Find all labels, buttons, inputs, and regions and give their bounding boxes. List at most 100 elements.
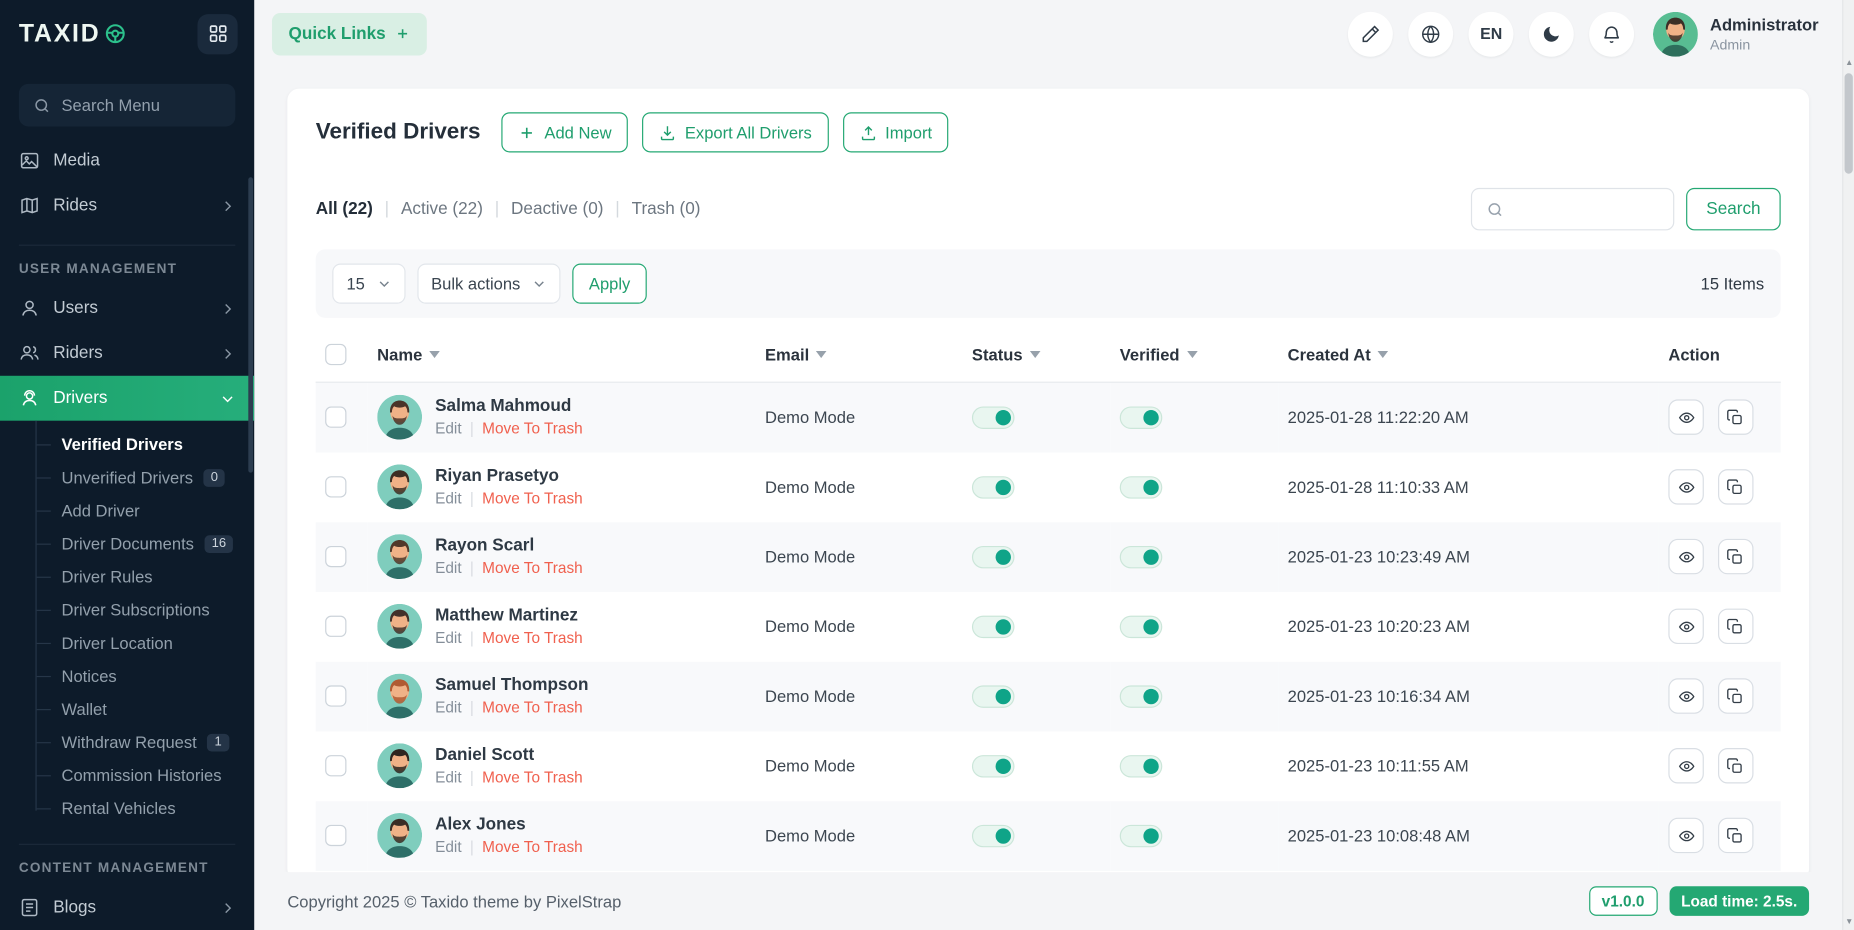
import-button[interactable]: Import [843, 112, 949, 152]
sidebar-item-riders[interactable]: Riders [0, 331, 254, 376]
driver-submenu-item[interactable]: Unverified Drivers 0 [0, 461, 254, 494]
duplicate-button[interactable] [1718, 469, 1753, 504]
sidebar-item-drivers[interactable]: Drivers [0, 376, 254, 421]
move-to-trash-link[interactable]: Move To Trash [482, 698, 583, 716]
driver-submenu-item[interactable]: Add Driver [0, 494, 254, 527]
per-page-select[interactable]: 15 [332, 264, 405, 304]
tab-all[interactable]: All (22) [316, 200, 373, 219]
app-logo[interactable]: TAXID [19, 19, 127, 47]
sort-status[interactable]: Status [972, 345, 1040, 364]
status-toggle[interactable] [972, 476, 1015, 498]
add-new-button[interactable]: Add New [502, 112, 628, 152]
tab-trash[interactable]: Trash (0) [632, 200, 701, 219]
view-button[interactable] [1668, 400, 1703, 435]
select-all-checkbox[interactable] [325, 344, 346, 365]
sort-verified[interactable]: Verified [1120, 345, 1198, 364]
driver-submenu-item[interactable]: Notices [0, 659, 254, 692]
edit-link[interactable]: Edit [435, 768, 461, 786]
row-checkbox[interactable] [325, 476, 346, 497]
user-menu[interactable]: Administrator Admin [1653, 11, 1818, 56]
driver-submenu-item[interactable]: Verified Drivers [0, 428, 254, 461]
edit-link[interactable]: Edit [435, 698, 461, 716]
duplicate-button[interactable] [1718, 539, 1753, 574]
status-toggle[interactable] [972, 406, 1015, 428]
scrollbar-thumb[interactable] [1845, 73, 1853, 173]
move-to-trash-link[interactable]: Move To Trash [482, 489, 583, 507]
verified-toggle[interactable] [1120, 755, 1163, 777]
status-toggle[interactable] [972, 615, 1015, 637]
edit-link[interactable]: Edit [435, 559, 461, 577]
driver-submenu-item[interactable]: Commission Histories [0, 759, 254, 792]
row-checkbox[interactable] [325, 546, 346, 567]
row-checkbox[interactable] [325, 685, 346, 706]
verified-toggle[interactable] [1120, 615, 1163, 637]
verified-toggle[interactable] [1120, 545, 1163, 567]
driver-submenu-item[interactable]: Driver Rules [0, 560, 254, 593]
row-checkbox[interactable] [325, 825, 346, 846]
sort-name[interactable]: Name [377, 345, 440, 364]
sidebar-item-media[interactable]: Media [0, 138, 254, 183]
sidebar-scrollbar-thumb[interactable] [248, 177, 253, 472]
table-search-input[interactable] [1514, 200, 1659, 219]
sidebar-item-blogs[interactable]: Blogs [0, 885, 254, 930]
driver-submenu-item[interactable]: Rental Vehicles [0, 792, 254, 825]
row-checkbox[interactable] [325, 407, 346, 428]
duplicate-button[interactable] [1718, 678, 1753, 713]
move-to-trash-link[interactable]: Move To Trash [482, 559, 583, 577]
verified-toggle[interactable] [1120, 824, 1163, 846]
globe-button[interactable] [1408, 11, 1453, 56]
quick-links-button[interactable]: Quick Links [272, 12, 427, 55]
sidebar-item-rides[interactable]: Rides [0, 183, 254, 228]
status-toggle[interactable] [972, 545, 1015, 567]
apps-grid-button[interactable] [197, 14, 237, 54]
driver-submenu-item[interactable]: Driver Subscriptions [0, 593, 254, 626]
move-to-trash-link[interactable]: Move To Trash [482, 420, 583, 438]
export-all-drivers-button[interactable]: Export All Drivers [642, 112, 828, 152]
edit-link[interactable]: Edit [435, 629, 461, 647]
edit-link[interactable]: Edit [435, 420, 461, 438]
driver-submenu-item[interactable]: Driver Location [0, 626, 254, 659]
tab-active[interactable]: Active (22) [401, 200, 483, 219]
view-button[interactable] [1668, 609, 1703, 644]
duplicate-button[interactable] [1718, 748, 1753, 783]
move-to-trash-link[interactable]: Move To Trash [482, 838, 583, 856]
scroll-up-arrow[interactable]: ▲ [1843, 54, 1854, 71]
duplicate-button[interactable] [1718, 818, 1753, 853]
row-checkbox[interactable] [325, 616, 346, 637]
dark-mode-button[interactable] [1529, 11, 1574, 56]
edit-link[interactable]: Edit [435, 838, 461, 856]
view-button[interactable] [1668, 818, 1703, 853]
verified-toggle[interactable] [1120, 685, 1163, 707]
status-toggle[interactable] [972, 824, 1015, 846]
sidebar-item-users[interactable]: Users [0, 286, 254, 331]
sort-created-at[interactable]: Created At [1288, 345, 1389, 364]
bulk-actions-select[interactable]: Bulk actions [417, 264, 561, 304]
view-button[interactable] [1668, 469, 1703, 504]
duplicate-button[interactable] [1718, 609, 1753, 644]
driver-name: Samuel Thompson [435, 676, 588, 695]
verified-toggle[interactable] [1120, 476, 1163, 498]
row-checkbox[interactable] [325, 755, 346, 776]
view-button[interactable] [1668, 748, 1703, 783]
status-toggle[interactable] [972, 755, 1015, 777]
tab-deactive[interactable]: Deactive (0) [511, 200, 603, 219]
sort-email[interactable]: Email [765, 345, 827, 364]
language-button[interactable]: EN [1469, 11, 1514, 56]
view-button[interactable] [1668, 678, 1703, 713]
duplicate-button[interactable] [1718, 400, 1753, 435]
search-button[interactable]: Search [1686, 188, 1781, 231]
edit-link[interactable]: Edit [435, 489, 461, 507]
status-toggle[interactable] [972, 685, 1015, 707]
scroll-down-arrow[interactable]: ▼ [1843, 913, 1854, 930]
move-to-trash-link[interactable]: Move To Trash [482, 629, 583, 647]
driver-submenu-item[interactable]: Withdraw Request 1 [0, 726, 254, 759]
view-button[interactable] [1668, 539, 1703, 574]
customizer-button[interactable] [1348, 11, 1393, 56]
verified-toggle[interactable] [1120, 406, 1163, 428]
move-to-trash-link[interactable]: Move To Trash [482, 768, 583, 786]
apply-button[interactable]: Apply [572, 264, 647, 304]
notifications-button[interactable] [1589, 11, 1634, 56]
driver-submenu-item[interactable]: Driver Documents 16 [0, 527, 254, 560]
sidebar-search-input[interactable] [61, 96, 221, 115]
driver-submenu-item[interactable]: Wallet [0, 692, 254, 725]
